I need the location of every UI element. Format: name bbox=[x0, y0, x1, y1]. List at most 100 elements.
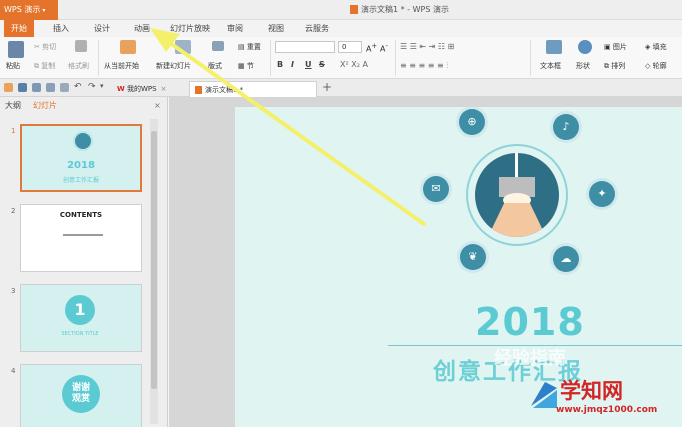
lock-icon: ⊕ bbox=[459, 109, 485, 135]
slide-number: 2 bbox=[11, 207, 16, 215]
chevron-down-icon: ▾ bbox=[42, 7, 46, 14]
thumb-subtitle: SECTION TITLE bbox=[61, 331, 99, 337]
cut-button[interactable]: ✂ 剪切 bbox=[34, 42, 56, 52]
font-size-select[interactable]: 0 bbox=[338, 41, 362, 53]
strike-button[interactable]: S bbox=[319, 60, 325, 69]
app-menu-button[interactable]: WPS 演示 ▾ bbox=[0, 0, 58, 20]
tab-cloud[interactable]: 云服务 bbox=[305, 20, 329, 37]
slide-thumbnail-3[interactable]: 1 SECTION TITLE bbox=[20, 284, 142, 352]
slide-title: 2018 bbox=[475, 300, 585, 344]
textbox-icon bbox=[546, 40, 562, 54]
undo-icon[interactable]: ↶ bbox=[74, 82, 82, 92]
speaker-icon: ♪ bbox=[553, 114, 579, 140]
save-icon[interactable] bbox=[18, 83, 27, 92]
slide-thumbnail-2[interactable]: CONTENTS bbox=[20, 204, 142, 272]
list-buttons[interactable]: ☰ ☰ ⇤ ⇥ ☷ ⊞ bbox=[400, 42, 454, 51]
close-icon[interactable]: × bbox=[161, 85, 167, 93]
section-button[interactable]: ▦ 节 bbox=[238, 61, 254, 71]
document-icon bbox=[350, 5, 358, 14]
print-icon[interactable] bbox=[46, 83, 55, 92]
underline-button[interactable]: U bbox=[305, 60, 312, 69]
format-painter-icon bbox=[75, 40, 87, 52]
text-effects-button[interactable]: X² X₂ A bbox=[340, 60, 368, 69]
doc-tab-current[interactable]: 演示文稿1 * bbox=[189, 81, 317, 97]
divider bbox=[530, 40, 531, 76]
shape-button[interactable]: 形状 bbox=[576, 61, 590, 71]
tab-design[interactable]: 设计 bbox=[94, 20, 110, 37]
leaf-icon: ❦ bbox=[460, 244, 486, 270]
thumb-title: CONTENTS bbox=[59, 211, 103, 219]
open-icon[interactable] bbox=[4, 83, 13, 92]
tab-review[interactable]: 审阅 bbox=[227, 20, 243, 37]
tab-slideshow[interactable]: 幻灯片放映 bbox=[170, 20, 210, 37]
chevron-down-icon[interactable]: ▾ bbox=[100, 82, 104, 90]
window-title: 演示文稿1 * - WPS 演示 bbox=[350, 0, 449, 20]
menu-tabs: 开始 插入 设计 动画 幻灯片放映 审阅 视图 云服务 bbox=[0, 20, 682, 37]
close-icon[interactable]: × bbox=[154, 97, 161, 115]
lamp-graphic bbox=[73, 131, 93, 151]
title-bar: WPS 演示 ▾ 演示文稿1 * - WPS 演示 bbox=[0, 0, 682, 20]
tab-slides[interactable]: 幻灯片 bbox=[33, 97, 57, 115]
ribbon: 粘贴 ✂ 剪切 ⧉ 复制 格式刷 从当前开始 新建幻灯片 版式 ▤ 重置 ▦ 节… bbox=[0, 37, 682, 79]
arrange-button[interactable]: ⧉ 排列 bbox=[604, 61, 625, 71]
new-tab-button[interactable]: + bbox=[322, 80, 332, 94]
wps-logo-icon: W bbox=[117, 85, 125, 93]
tab-home[interactable]: 开始 bbox=[4, 20, 34, 37]
play-from-current-icon bbox=[120, 40, 136, 54]
picture-button[interactable]: ▣ 图片 bbox=[604, 42, 627, 52]
thumb-title: 谢谢观赏 bbox=[62, 375, 100, 413]
slide-thumbnail-1[interactable]: 2018 创意工作汇报 bbox=[20, 124, 142, 192]
bold-button[interactable]: B bbox=[277, 60, 283, 69]
slide-number: 3 bbox=[11, 287, 16, 295]
reset-button[interactable]: ▤ 重置 bbox=[238, 42, 261, 52]
scrollbar-thumb[interactable] bbox=[151, 131, 157, 389]
font-shrink-button[interactable]: A- bbox=[380, 42, 388, 54]
bird-icon: ✦ bbox=[589, 181, 615, 207]
layout-button[interactable]: 版式 bbox=[208, 61, 222, 71]
divider bbox=[395, 40, 396, 76]
slide-number: 4 bbox=[11, 367, 16, 375]
divider bbox=[270, 40, 271, 76]
thumb-title: 1 bbox=[65, 295, 95, 325]
preview-icon[interactable] bbox=[60, 83, 69, 92]
lamp-illustration bbox=[475, 153, 559, 237]
font-family-select[interactable] bbox=[275, 41, 335, 53]
lamp-cord bbox=[515, 153, 518, 179]
panel-scrollbar[interactable] bbox=[150, 119, 158, 424]
slides-panel: 大纲 幻灯片 × 1 2018 创意工作汇报 2 CONTENTS 3 1 SE… bbox=[0, 97, 168, 427]
divider bbox=[98, 40, 99, 76]
from-current-button[interactable]: 从当前开始 bbox=[104, 61, 139, 71]
align-buttons[interactable]: ≡ ≡ ≡ ≡ ≡ ⫶ bbox=[400, 61, 448, 71]
doc-tab-my-wps[interactable]: W 我的WPS × bbox=[112, 81, 171, 97]
watermark-url: www.jmqz1000.com bbox=[556, 405, 658, 415]
thumb-subtitle: 创意工作汇报 bbox=[62, 177, 99, 184]
italic-button[interactable]: I bbox=[291, 60, 294, 69]
format-painter-button[interactable]: 格式刷 bbox=[68, 61, 89, 71]
shape-icon bbox=[578, 40, 592, 54]
tab-insert[interactable]: 插入 bbox=[53, 20, 69, 37]
tab-view[interactable]: 视图 bbox=[268, 20, 284, 37]
tab-outline[interactable]: 大纲 bbox=[5, 97, 21, 115]
panel-header: 大纲 幻灯片 × bbox=[0, 97, 168, 115]
thumb-line bbox=[63, 234, 103, 236]
redo-icon[interactable]: ↷ bbox=[88, 82, 96, 92]
fill-button[interactable]: ◈ 填充 bbox=[645, 42, 667, 52]
thumb-title: 2018 bbox=[67, 160, 95, 171]
chat-icon: ✉ bbox=[423, 176, 449, 202]
new-slide-icon bbox=[175, 40, 191, 54]
copy-button[interactable]: ⧉ 复制 bbox=[34, 61, 55, 71]
paste-button[interactable]: 粘贴 bbox=[6, 61, 20, 71]
presentation-icon bbox=[195, 86, 202, 94]
font-grow-button[interactable]: A+ bbox=[366, 42, 377, 54]
slide-thumbnail-4[interactable]: 谢谢观赏 bbox=[20, 364, 142, 427]
new-slide-button[interactable]: 新建幻灯片 bbox=[156, 61, 191, 71]
layout-icon bbox=[212, 41, 224, 51]
tab-animation[interactable]: 动画 bbox=[134, 20, 150, 37]
slide-number: 1 bbox=[11, 127, 16, 135]
save-as-icon[interactable] bbox=[32, 83, 41, 92]
outline-button[interactable]: ◇ 轮廓 bbox=[645, 61, 667, 71]
textbox-button[interactable]: 文本框 bbox=[540, 61, 561, 71]
cloud-icon: ☁ bbox=[553, 246, 579, 272]
app-name: WPS 演示 bbox=[4, 5, 41, 14]
watermark-faint: 经验指南 bbox=[494, 348, 566, 369]
